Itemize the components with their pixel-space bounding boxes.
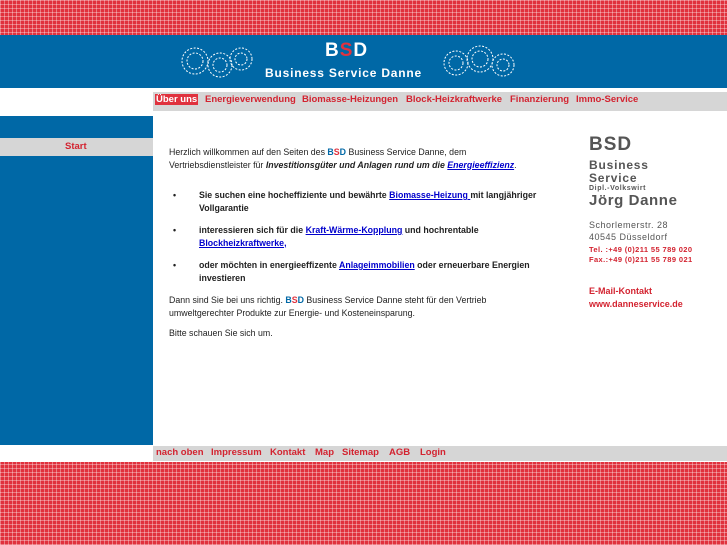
contact-fax: Fax.:+49 (0)211 55 789 021: [589, 255, 693, 264]
gears-icon: [443, 45, 515, 77]
footer-link-nach-oben[interactable]: nach oben: [156, 447, 204, 458]
nav-item-block-heizkraftwerke[interactable]: Block-Heizkraftwerke: [406, 94, 502, 105]
invitation-text: Bitte schauen Sie sich um.: [169, 328, 273, 338]
footer-link-impressum[interactable]: Impressum: [211, 447, 262, 458]
nav-item-finanzierung[interactable]: Finanzierung: [510, 94, 569, 105]
header-banner: BSD Business Service Danne: [0, 35, 727, 88]
energieeffizienz-link[interactable]: Energieeffizienz: [447, 160, 514, 170]
list-item: • interessieren sich für die Kraft-Wärme-…: [173, 225, 479, 248]
blockheizkraftwerke-link[interactable]: Blockheizkraftwerke,: [199, 238, 287, 248]
bsd-inline-logo: BSD: [285, 295, 304, 305]
bsd-inline-logo: BSD: [327, 147, 347, 157]
gears-icon: [181, 47, 253, 78]
contact-phones: Tel. :+49 (0)211 55 789 020 Fax.:+49 (0)…: [589, 245, 724, 265]
sidebar-item-label: Start: [65, 141, 87, 152]
sidebar: Start: [0, 116, 153, 445]
content-text: Herzlich willkommen auf den Seiten des B…: [169, 146, 549, 348]
contact-links: E-Mail-Kontakt www.danneservice.de: [589, 285, 724, 311]
email-contact-link[interactable]: E-Mail-Kontakt: [589, 285, 724, 298]
biomasse-heizung-link[interactable]: Biomasse-Heizung: [389, 190, 470, 200]
contact-address: Schorlemerstr. 28 40545 Düsseldorf: [589, 219, 724, 243]
intro-paragraph: Herzlich willkommen auf den Seiten des B…: [169, 147, 517, 170]
footer-link-kontakt[interactable]: Kontakt: [270, 447, 305, 458]
contact-name: Jörg Danne: [589, 192, 678, 209]
list-item: • Sie suchen eine hocheffiziente und bewä…: [173, 190, 537, 213]
benefits-list: • Sie suchen eine hocheffiziente und bewä…: [169, 189, 549, 284]
nav-item-biomasse-heizungen[interactable]: Biomasse-Heizungen: [302, 94, 398, 105]
footer-link-agb[interactable]: AGB: [389, 447, 410, 458]
nav-item-energieverwendung[interactable]: Energieverwendung: [205, 94, 296, 105]
main-content: Herzlich willkommen auf den Seiten des B…: [153, 116, 727, 445]
footer-link-login[interactable]: Login: [420, 447, 446, 458]
website-link[interactable]: www.danneservice.de: [589, 298, 724, 311]
footer-link-sitemap[interactable]: Sitemap: [342, 447, 379, 458]
contact-bsd: BSD: [589, 134, 633, 155]
contact-title: Dipl.-Volkswirt: [589, 185, 647, 192]
kraft-waerme-kopplung-link[interactable]: Kraft-Wärme-Kopplung: [306, 225, 403, 235]
contact-tel: Tel. :+49 (0)211 55 789 020: [589, 245, 693, 254]
contact-city: 40545 Düsseldorf: [589, 232, 668, 242]
nav-item-immo-service[interactable]: Immo-Service: [576, 94, 638, 105]
header-company-name: Business Service Danne: [265, 66, 423, 80]
contact-service: Service: [589, 171, 638, 185]
closing-paragraph: Dann sind Sie bei uns richtig. BSD Busin…: [169, 295, 487, 318]
sidebar-item-start[interactable]: Start: [0, 138, 153, 156]
nav-item-ueber-uns[interactable]: Über uns: [155, 94, 199, 105]
header-logo[interactable]: BSD: [325, 40, 368, 62]
contact-street: Schorlemerstr. 28: [589, 220, 669, 230]
footer-link-map[interactable]: Map: [315, 447, 334, 458]
anlageimmobilien-link[interactable]: Anlageimmobilien: [339, 260, 415, 270]
list-item: • oder möchten in energieeffizente Anlage…: [173, 260, 530, 283]
contact-box: BSD Business Service Dipl.-Volkswirt Jör…: [589, 134, 724, 311]
